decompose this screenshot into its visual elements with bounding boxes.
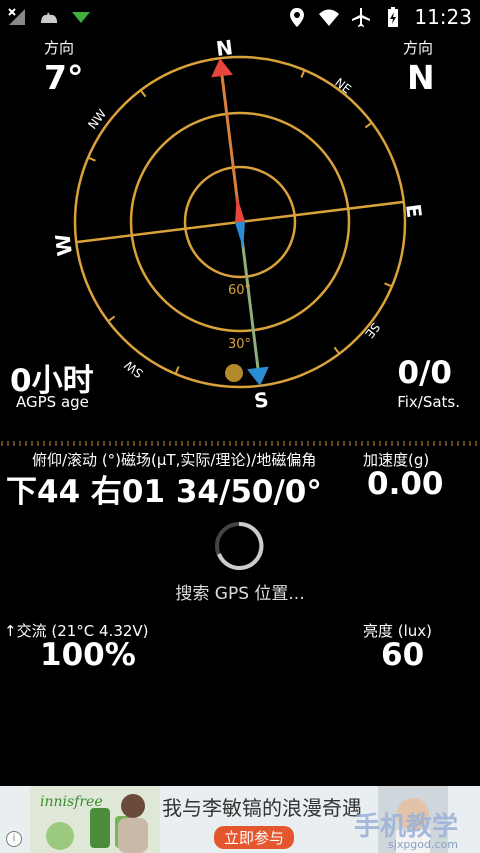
compass-tick xyxy=(333,346,341,355)
fix-sats-value: 0/0 xyxy=(397,355,452,391)
brightness-value: 60 xyxy=(381,637,425,673)
intercardinal-ne: NE xyxy=(332,75,354,96)
compass-tick xyxy=(107,315,116,323)
wifi-icon xyxy=(318,6,340,28)
intercardinal-se: SE xyxy=(362,320,382,341)
ring-label-30: 30° xyxy=(228,337,251,352)
fix-sats-label: Fix/Sats. xyxy=(397,393,460,411)
ad-headline: 我与李敏镐的浪漫奇遇 xyxy=(162,796,362,820)
acceleration-value: 0.00 xyxy=(367,466,444,502)
sun-position-dot xyxy=(225,364,243,382)
searching-gps-text: 搜索 GPS 位置... xyxy=(175,584,305,604)
location-pin-icon xyxy=(286,6,308,28)
compass-tick xyxy=(87,156,96,162)
status-bar: 11:23 xyxy=(0,0,480,34)
signal-off-icon xyxy=(6,6,28,28)
ad-brand: innisfree xyxy=(40,794,103,810)
ad-banner[interactable]: innisfree 我与李敏镐的浪漫奇遇 立即参与 手机教学 sjxpgod.c… xyxy=(0,786,480,853)
airplane-icon xyxy=(350,6,372,28)
ad-info-icon[interactable]: i xyxy=(6,831,22,847)
agps-age-label: AGPS age xyxy=(16,393,89,411)
orientation-value: 下44 右01 34/50/0° xyxy=(6,474,322,510)
watermark-url: sjxpgod.com xyxy=(388,838,458,851)
compass-tick xyxy=(364,121,373,129)
compass-tick xyxy=(174,366,180,375)
ad-person-image xyxy=(118,794,148,853)
intercardinal-sw: SW xyxy=(122,358,146,381)
download-arrow-icon xyxy=(70,6,92,28)
loading-spinner-icon xyxy=(215,521,264,570)
cardinal-e: E xyxy=(401,203,426,219)
compass-tick xyxy=(300,69,306,78)
battery-charging-icon xyxy=(382,6,404,28)
cardinal-w: W xyxy=(50,232,77,257)
battery-value: 100% xyxy=(40,637,136,673)
compass-tick xyxy=(139,89,147,98)
ring-label-60: 60° xyxy=(228,283,251,298)
cardinal-n: N xyxy=(215,35,235,61)
ad-cta-button[interactable]: 立即参与 xyxy=(214,826,295,849)
cardinal-s: S xyxy=(253,387,270,413)
cat-icon xyxy=(38,6,60,28)
clock: 11:23 xyxy=(414,5,472,29)
section-divider xyxy=(1,441,477,446)
compass-tick xyxy=(384,282,393,288)
